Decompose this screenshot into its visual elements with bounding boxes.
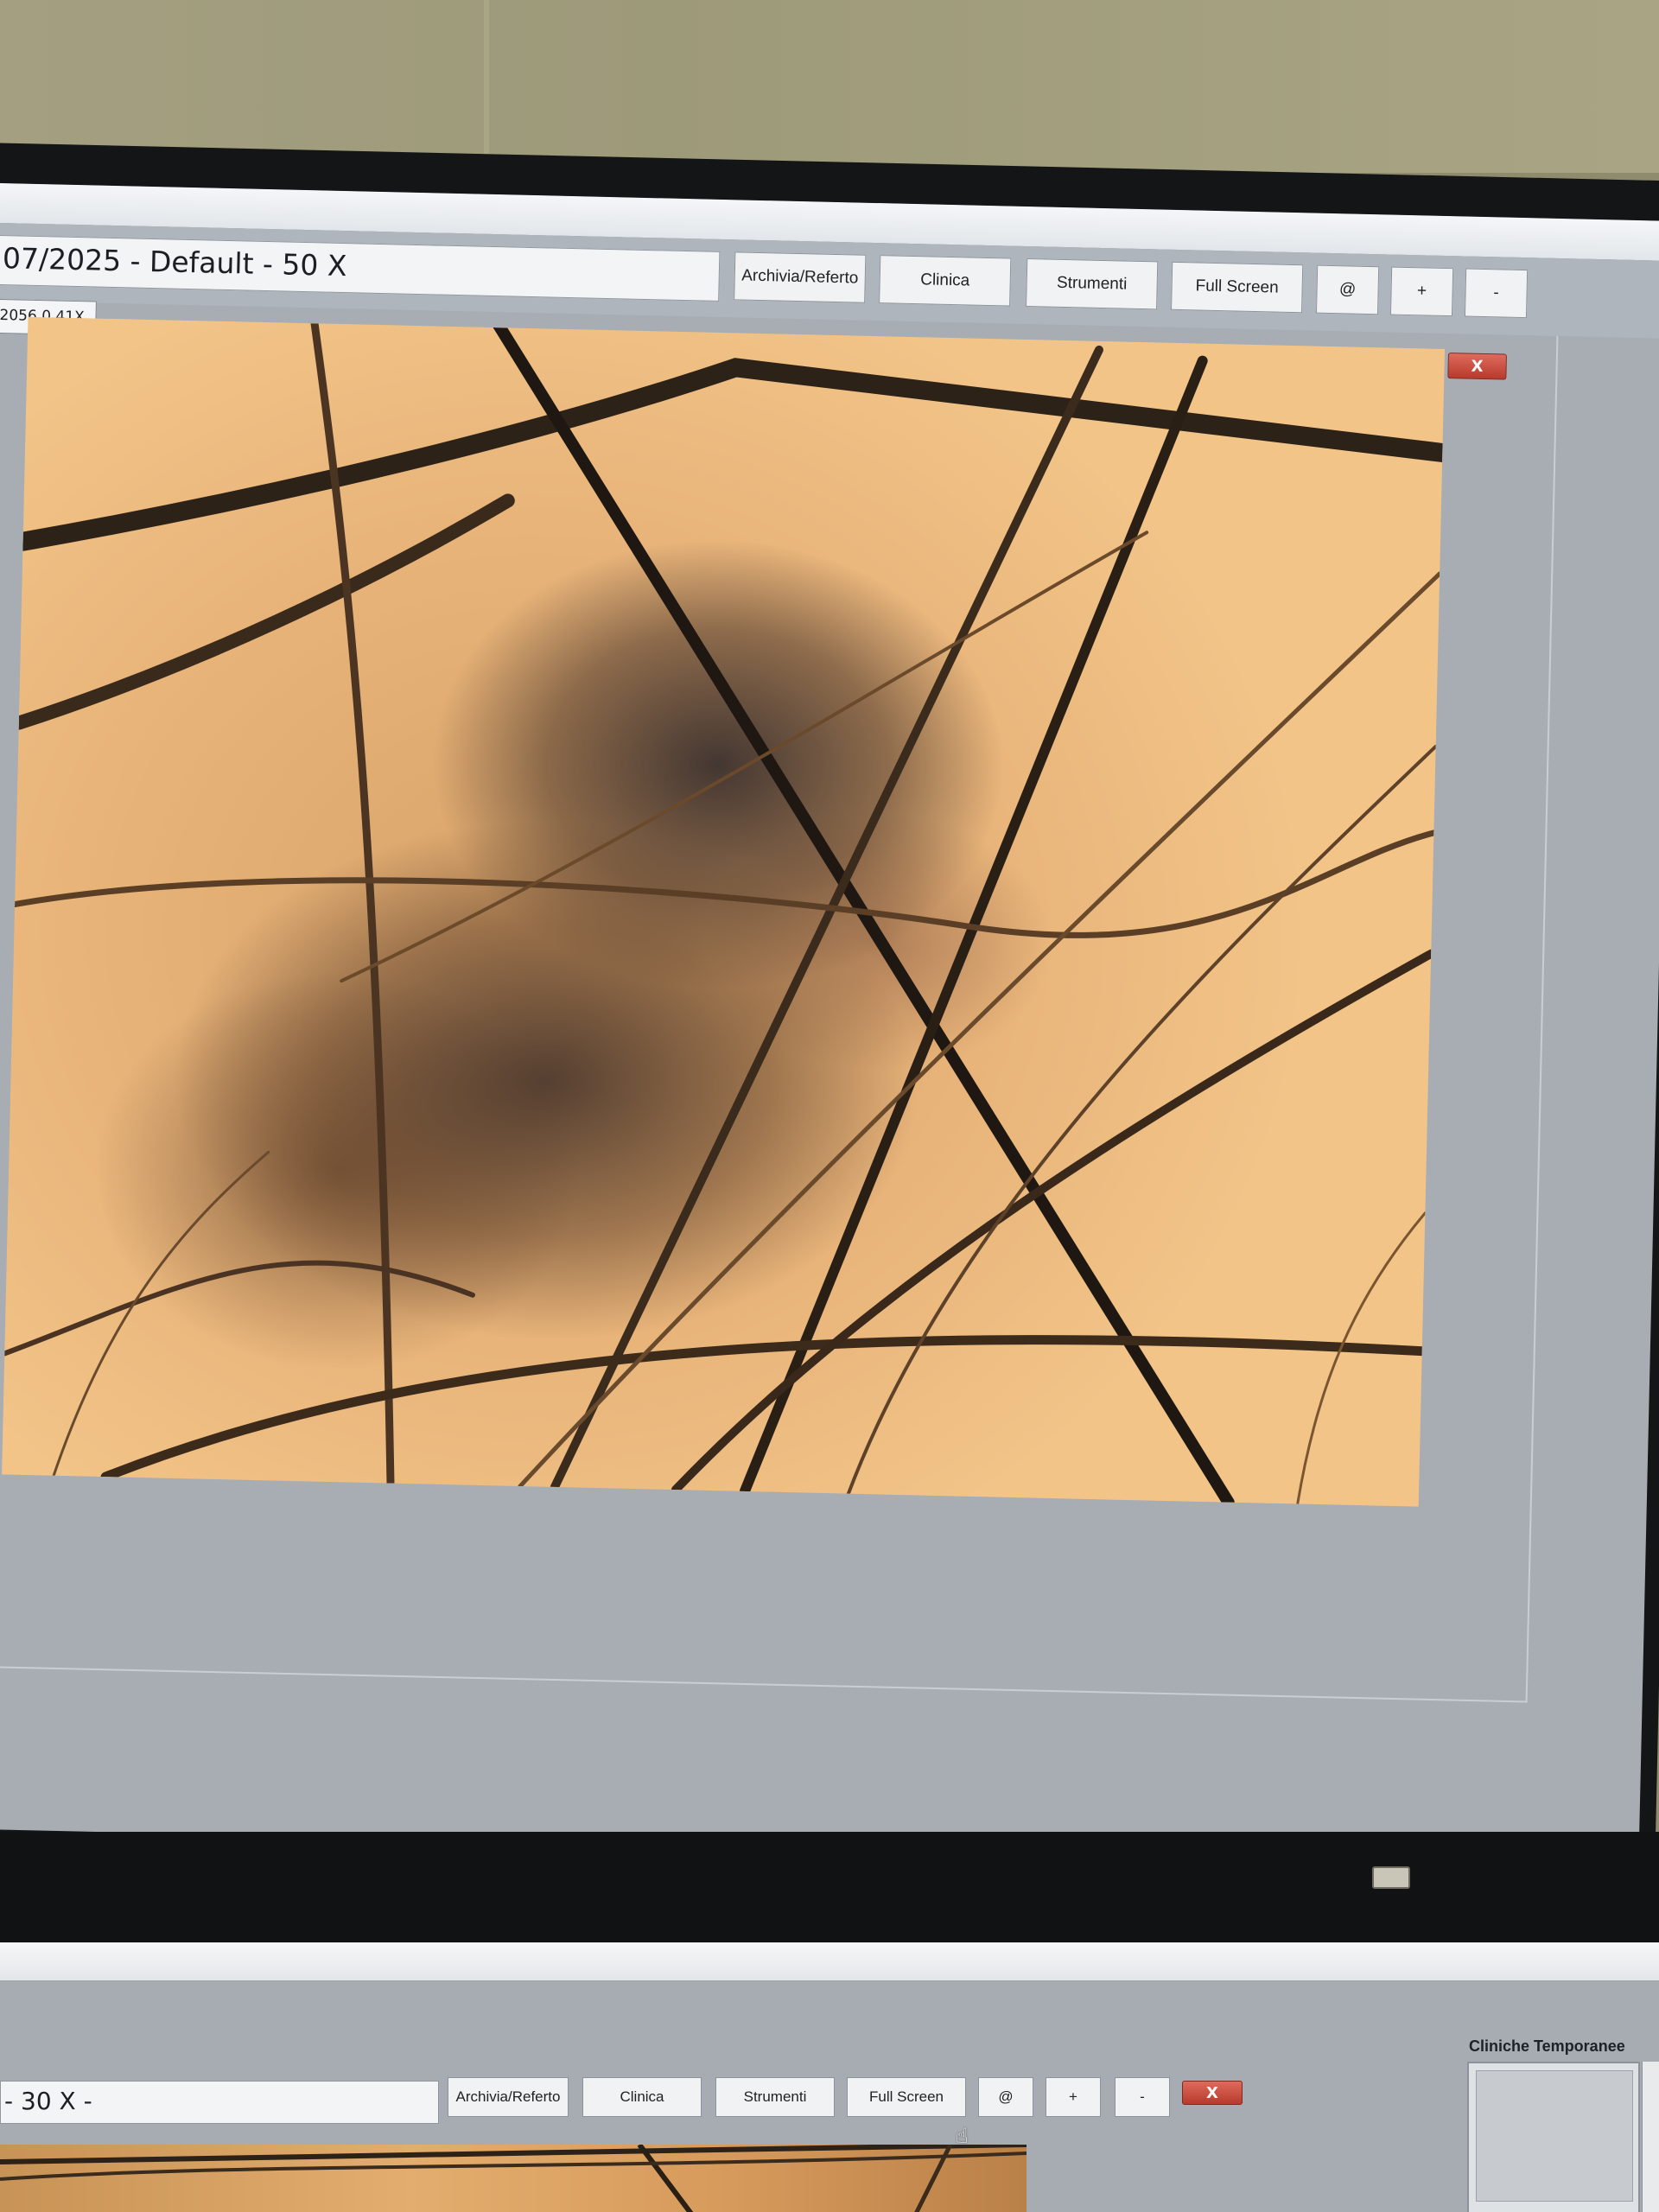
power-led-icon xyxy=(1372,1866,1410,1889)
archivia-referto-button[interactable]: Archivia/Referto xyxy=(734,251,867,303)
cliniche-temporanee-title: Cliniche Temporanee xyxy=(1469,2037,1625,2055)
image-title-field: 07/2025 - Default - 50 X xyxy=(0,234,721,302)
hair-strands xyxy=(0,2145,1027,2212)
hair-strand xyxy=(13,358,1446,551)
window-titlebar xyxy=(0,1942,1659,1981)
archivia-referto-button[interactable]: Archivia/Referto xyxy=(448,2077,569,2117)
monitor-bezel-lower xyxy=(0,1832,1659,1953)
wall-edge xyxy=(484,0,489,164)
close-icon[interactable]: X xyxy=(1447,353,1507,380)
hair-strand xyxy=(1296,1211,1427,1505)
zoom-out-button[interactable]: - xyxy=(1115,2077,1170,2117)
lower-window: - 30 X - Archivia/Referto Clinica Strume… xyxy=(0,1942,1659,2212)
at-button[interactable]: @ xyxy=(1315,264,1380,315)
hair-strand xyxy=(637,2145,694,2212)
hair-strand xyxy=(550,345,1103,1491)
strumenti-button[interactable]: Strumenti xyxy=(1026,257,1159,310)
image-title-field: - 30 X - xyxy=(0,2081,439,2124)
zoom-out-button[interactable]: - xyxy=(1464,268,1529,319)
at-button[interactable]: @ xyxy=(978,2077,1033,2117)
dermoscopy-image-thumbnail xyxy=(0,2145,1027,2212)
clinica-button[interactable]: Clinica xyxy=(582,2077,702,2117)
dermoscopy-image xyxy=(2,316,1446,1507)
zoom-in-button[interactable]: + xyxy=(1389,266,1454,317)
strumenti-button[interactable]: Strumenti xyxy=(715,2077,835,2117)
hair-strand xyxy=(2,1260,475,1357)
hair-strand xyxy=(914,2145,953,2212)
hand-pointer-icon: ☝ xyxy=(956,2124,969,2148)
cliniche-list[interactable] xyxy=(1476,2070,1633,2202)
close-icon[interactable]: X xyxy=(1182,2081,1243,2105)
hair-strand xyxy=(340,531,1149,983)
hair-strand xyxy=(11,830,1437,938)
clinica-button[interactable]: Clinica xyxy=(879,255,1012,307)
full-screen-button[interactable]: Full Screen xyxy=(847,2077,966,2117)
full-screen-button[interactable]: Full Screen xyxy=(1171,261,1304,314)
hair-strand xyxy=(100,1335,1427,1482)
zoom-in-button[interactable]: + xyxy=(1046,2077,1101,2117)
vertical-scrollbar[interactable] xyxy=(1642,2062,1659,2212)
upper-window: 07/2025 - Default - 50 X Archivia/Refert… xyxy=(0,183,1659,1867)
background-wall xyxy=(0,0,1659,173)
cliniche-temporanee-panel[interactable] xyxy=(1467,2062,1640,2212)
hair-strands xyxy=(2,316,1446,1507)
